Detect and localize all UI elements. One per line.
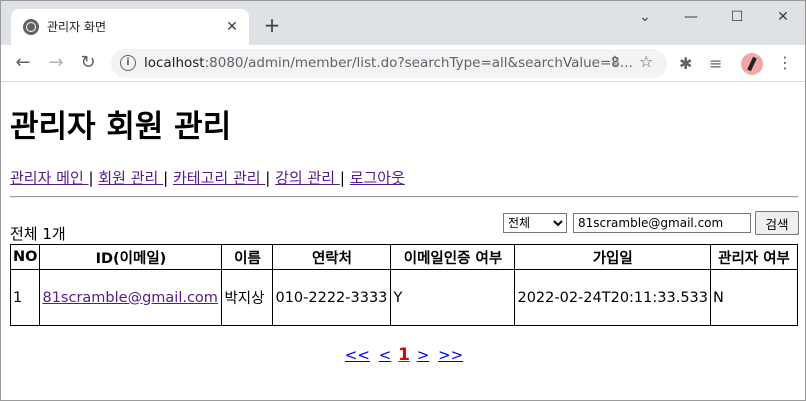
cell-name: 박지상 [221, 269, 274, 326]
cell-admin: N [710, 269, 798, 326]
cell-no: 1 [9, 269, 41, 326]
table-header-row: NO ID(이메일) 이름 연락처 이메일인증 여부 가입일 관리자 여부 [9, 244, 798, 270]
cell-email-auth: Y [390, 269, 516, 326]
extensions-puzzle-icon[interactable]: ✱ [679, 54, 692, 73]
col-email: ID(이메일) [39, 244, 223, 270]
divider [10, 196, 798, 198]
globe-icon [23, 19, 39, 35]
browser-menu-icon[interactable]: ⋮ [777, 53, 793, 72]
nav-separator: | [265, 169, 276, 187]
nav-course-link[interactable]: 강의 관리 [275, 169, 340, 187]
browser-toolbar: ← → ↻ i localhost:8080/admin/member/list… [1, 45, 805, 82]
reload-icon[interactable]: ↻ [75, 50, 101, 76]
nav-logout-link[interactable]: 로그아웃 [350, 169, 405, 187]
browser-window: 관리자 화면 ✕ + ⌄ — ☐ ✕ ← → ↻ i localhost:808… [0, 0, 806, 401]
last-page-link[interactable]: >> [438, 346, 463, 364]
forward-icon[interactable]: → [43, 50, 69, 76]
media-control-icon[interactable]: ≡ [709, 54, 722, 73]
page-content: 관리자 회원 관리 관리자 메인 | 회원 관리 | 카테고리 관리 | 강의 … [1, 83, 805, 400]
col-email-auth: 이메일인증 여부 [390, 244, 516, 270]
maximize-button[interactable]: ☐ [715, 7, 759, 27]
search-button[interactable]: 검색 [755, 211, 799, 235]
url-text[interactable]: localhost:8080/admin/member/list.do?sear… [144, 55, 633, 71]
col-admin: 관리자 여부 [710, 244, 798, 270]
col-name: 이름 [221, 244, 274, 270]
current-page: 1 [398, 345, 410, 365]
total-count: 전체 1개 [10, 225, 66, 243]
browser-tab[interactable]: 관리자 화면 ✕ [11, 9, 249, 45]
nav-category-link[interactable]: 카테고리 관리 [173, 169, 265, 187]
search-type-select[interactable]: 전체 [503, 213, 567, 233]
new-tab-button[interactable]: + [261, 15, 283, 37]
close-window-button[interactable]: ✕ [761, 7, 805, 27]
cell-joined: 2022-02-24T20:11:33.533 [514, 269, 712, 326]
nav-separator: | [88, 169, 99, 187]
nav-separator: | [163, 169, 173, 187]
prev-page-link[interactable]: < [379, 346, 392, 364]
nav-separator: | [339, 169, 350, 187]
table-row: 1 81scramble@gmail.com 박지상 010-2222-3333… [9, 269, 798, 326]
member-email-link[interactable]: 81scramble@gmail.com [42, 290, 217, 306]
tab-title: 관리자 화면 [47, 20, 107, 34]
tab-search-icon[interactable]: ⌄ [623, 7, 667, 27]
site-info-icon[interactable]: i [120, 55, 136, 71]
nav-member-link[interactable]: 회원 관리 [98, 169, 163, 187]
tab-strip: 관리자 화면 ✕ + ⌄ — ☐ ✕ [1, 1, 805, 45]
bookmark-star-icon[interactable]: ☆ [639, 52, 653, 71]
nav-admin-main-link[interactable]: 관리자 메인 [10, 169, 89, 187]
col-joined: 가입일 [514, 244, 712, 270]
admin-nav: 관리자 메인 | 회원 관리 | 카테고리 관리 | 강의 관리 | 로그아웃 [10, 167, 405, 188]
address-bar[interactable]: i localhost:8080/admin/member/list.do?se… [111, 49, 667, 78]
cell-phone: 010-2222-3333 [272, 269, 392, 326]
minimize-button[interactable]: — [669, 7, 713, 27]
close-tab-icon[interactable]: ✕ [223, 18, 241, 36]
share-icon[interactable]: ⇪ [609, 54, 621, 70]
col-phone: 연락처 [272, 244, 392, 270]
col-no: NO [9, 244, 41, 270]
next-page-link[interactable]: > [417, 346, 430, 364]
first-page-link[interactable]: << [345, 346, 370, 364]
profile-avatar[interactable] [741, 53, 763, 75]
search-input[interactable] [573, 213, 751, 233]
member-table: NO ID(이메일) 이름 연락처 이메일인증 여부 가입일 관리자 여부 1 … [9, 244, 798, 326]
back-icon[interactable]: ← [10, 50, 36, 76]
pagination: << < 1 > >> [1, 345, 805, 365]
page-title: 관리자 회원 관리 [10, 109, 232, 145]
cell-email: 81scramble@gmail.com [39, 269, 223, 326]
